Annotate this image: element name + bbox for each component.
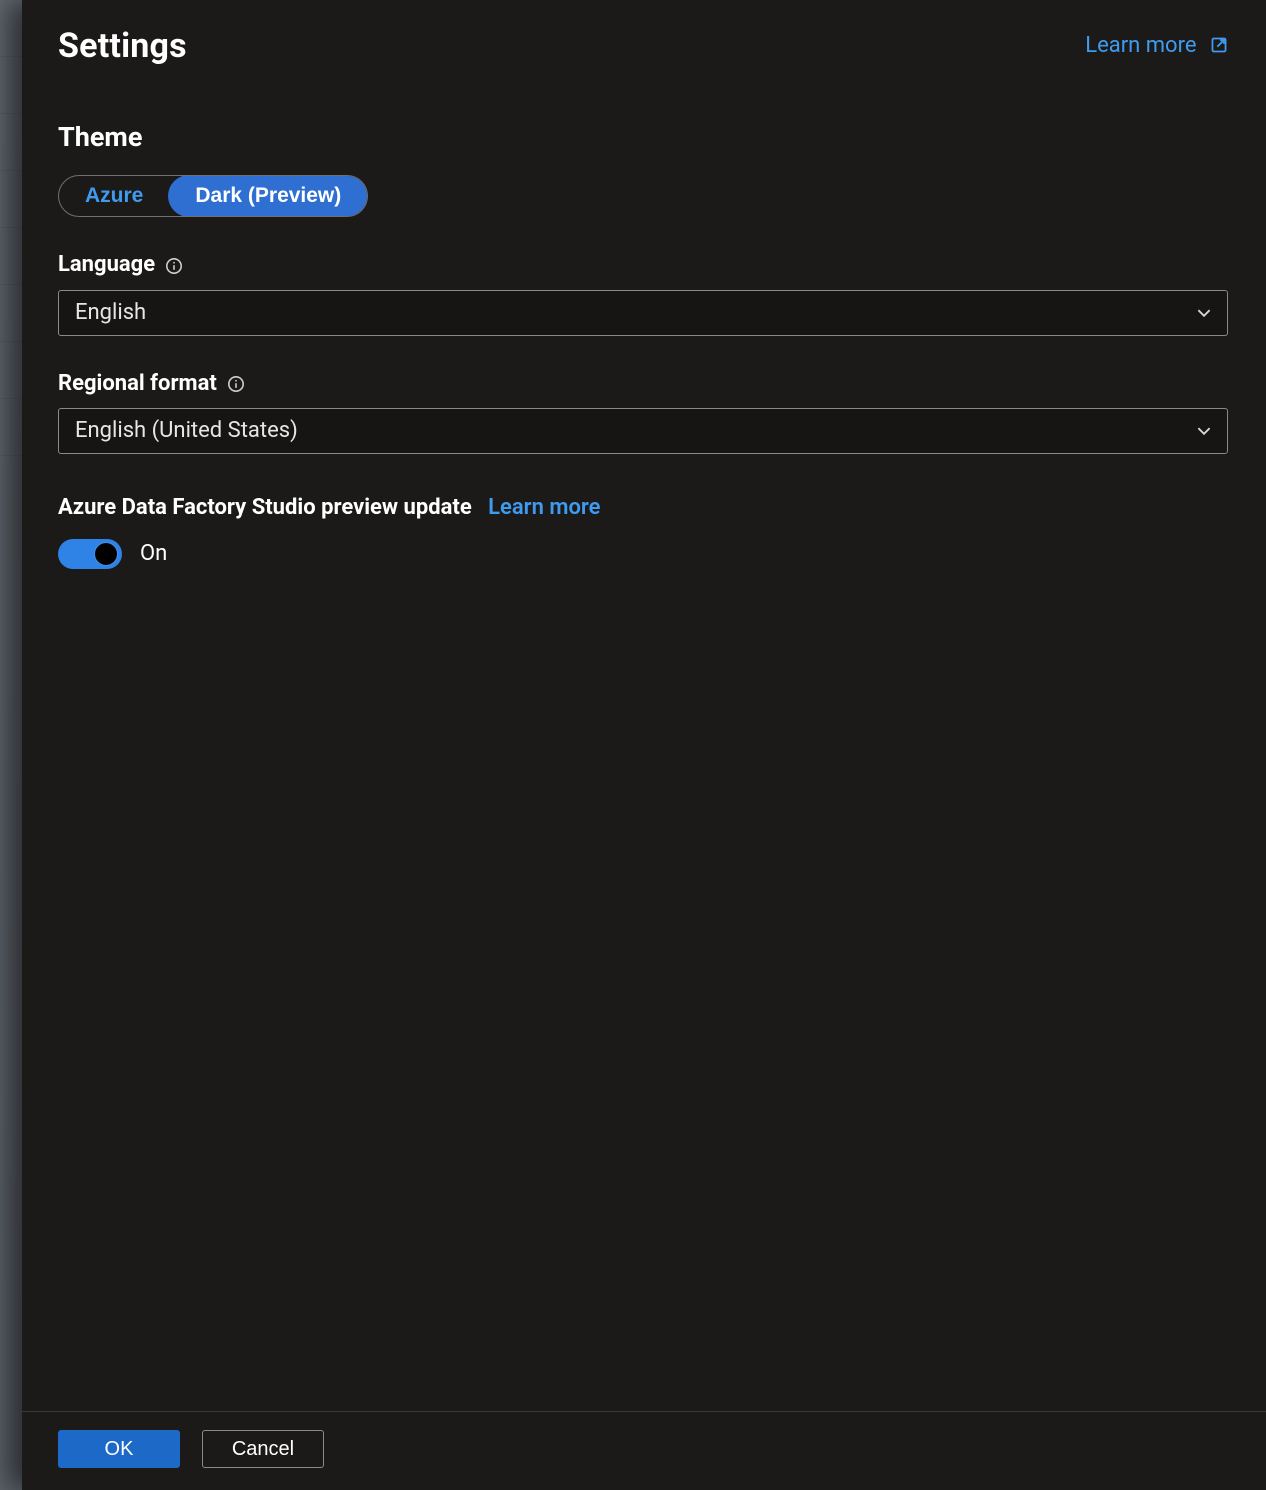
- cancel-button[interactable]: Cancel: [202, 1430, 324, 1468]
- chevron-down-icon: [1195, 422, 1213, 440]
- info-icon[interactable]: [227, 375, 245, 393]
- preview-update-row: Azure Data Factory Studio preview update…: [58, 494, 1228, 523]
- preview-toggle-state: On: [140, 540, 167, 569]
- theme-title: Theme: [58, 120, 1228, 155]
- theme-segmented: Azure Dark (Preview): [58, 175, 368, 217]
- regional-format-field: Regional format English (United States): [58, 370, 1228, 455]
- regional-format-value: English (United States): [75, 417, 298, 446]
- theme-option-azure[interactable]: Azure: [59, 176, 169, 216]
- settings-panel: Settings Learn more Theme Azure: [22, 0, 1266, 1490]
- learn-more-label: Learn more: [1085, 33, 1196, 58]
- chevron-down-icon: [1195, 304, 1213, 322]
- toggle-knob: [95, 543, 117, 565]
- language-value: English: [75, 299, 146, 328]
- language-dropdown[interactable]: English: [58, 290, 1228, 336]
- regional-format-label: Regional format: [58, 370, 217, 399]
- page-title: Settings: [58, 24, 187, 68]
- language-label: Language: [58, 251, 155, 280]
- preview-toggle[interactable]: [58, 539, 122, 569]
- regional-format-dropdown[interactable]: English (United States): [58, 408, 1228, 454]
- ok-button[interactable]: OK: [58, 1430, 180, 1468]
- open-external-icon: [1210, 36, 1228, 54]
- learn-more-link[interactable]: Learn more: [1085, 32, 1228, 61]
- settings-footer: OK Cancel: [22, 1411, 1266, 1490]
- settings-header: Settings Learn more: [58, 18, 1228, 68]
- info-icon[interactable]: [165, 257, 183, 275]
- preview-update-label: Azure Data Factory Studio preview update: [58, 495, 472, 520]
- theme-option-dark-preview[interactable]: Dark (Preview): [169, 176, 367, 216]
- preview-learn-more-link[interactable]: Learn more: [488, 495, 600, 520]
- theme-section: Theme Azure Dark (Preview): [58, 120, 1228, 217]
- language-field: Language English: [58, 251, 1228, 336]
- obscured-left-pane: [0, 0, 23, 1490]
